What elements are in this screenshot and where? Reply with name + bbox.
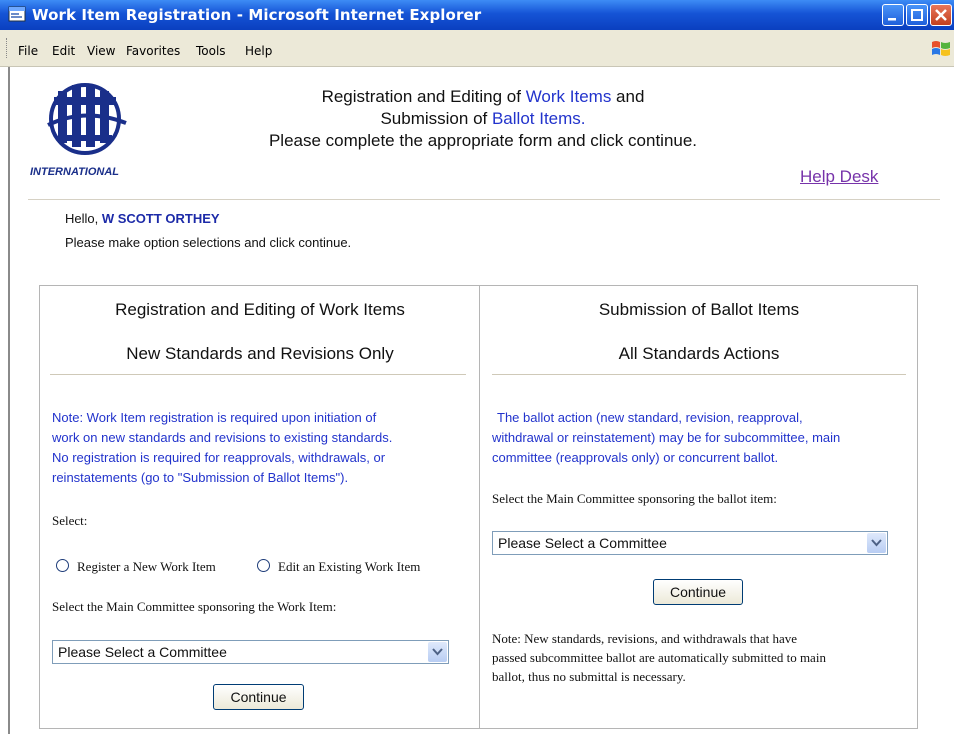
left-committee-label: Select the Main Committee sponsoring the…: [52, 599, 337, 614]
header-text: and: [611, 87, 645, 106]
footnote-line: Note: New standards, revisions, and with…: [492, 631, 798, 646]
note-line: reinstatements (go to "Submission of Bal…: [52, 470, 349, 485]
right-panel-note: The ballot action (new standard, revisio…: [492, 408, 840, 468]
right-panel-footnote: Note: New standards, revisions, and with…: [492, 629, 826, 686]
right-continue-button[interactable]: Continue: [653, 579, 743, 605]
note-line: No registration is required for reapprov…: [52, 450, 386, 465]
options-panels: Registration and Editing of Work Items N…: [39, 285, 918, 729]
maximize-button[interactable]: [906, 4, 928, 26]
left-committee-select[interactable]: Please Select a Committee: [52, 640, 449, 664]
instruction-text: Please make option selections and click …: [65, 235, 352, 250]
work-items-link[interactable]: Work Items: [526, 87, 612, 106]
register-new-label[interactable]: Register a New Work Item: [77, 559, 216, 575]
left-continue-button[interactable]: Continue: [213, 684, 304, 710]
dropdown-button[interactable]: [428, 642, 447, 662]
toolbar-grip[interactable]: [6, 38, 10, 58]
note-line: The ballot action (new standard, revisio…: [497, 410, 803, 425]
help-desk-link[interactable]: Help Desk: [800, 167, 878, 187]
window-title: Work Item Registration - Microsoft Inter…: [32, 6, 482, 24]
right-panel-rule: [492, 374, 906, 375]
close-button[interactable]: [930, 4, 952, 26]
left-panel-note: Note: Work Item registration is required…: [52, 408, 392, 488]
page-content: INTERNATIONAL Registration and Editing o…: [8, 67, 954, 734]
header-instruction: Please complete the appropriate form and…: [268, 131, 698, 150]
footnote-line: passed subcommittee ballot are automatic…: [492, 650, 826, 665]
left-panel-title: Registration and Editing of Work Items: [115, 300, 405, 319]
logo-text: INTERNATIONAL: [30, 166, 119, 177]
dropdown-button[interactable]: [867, 533, 886, 553]
greeting-prefix: Hello,: [65, 211, 102, 226]
header-line-1: Registration and Editing of Work Items a…: [10, 87, 954, 107]
maximize-icon: [911, 9, 923, 21]
menu-help[interactable]: Help: [245, 44, 272, 58]
chevron-down-icon: [871, 539, 882, 547]
left-committee-value: Please Select a Committee: [58, 644, 227, 660]
right-panel-subtitle: All Standards Actions: [618, 344, 780, 363]
close-icon: [935, 9, 947, 21]
edit-existing-radio[interactable]: [257, 559, 270, 572]
left-panel-subtitle: New Standards and Revisions Only: [126, 344, 394, 363]
left-panel-rule: [50, 374, 466, 375]
ballot-items-link[interactable]: Ballot Items: [492, 109, 581, 128]
edit-existing-label[interactable]: Edit an Existing Work Item: [278, 559, 420, 575]
greeting: Hello, W SCOTT ORTHEY: [65, 211, 220, 226]
menu-tools[interactable]: Tools: [196, 44, 226, 58]
ie-page-icon: [8, 6, 26, 22]
minimize-icon: [888, 18, 896, 21]
note-line: Note: Work Item registration is required…: [52, 410, 377, 425]
note-line: committee (reapprovals only) or concurre…: [492, 450, 779, 465]
note-line: work on new standards and revisions to e…: [52, 430, 393, 445]
user-name: W SCOTT ORTHEY: [101, 211, 220, 226]
right-committee-value: Please Select a Committee: [498, 535, 667, 551]
footnote-line: ballot, thus no submittal is necessary.: [492, 669, 686, 684]
title-bar: Work Item Registration - Microsoft Inter…: [0, 0, 954, 30]
header-text: Submission of: [380, 109, 492, 128]
minimize-button[interactable]: [882, 4, 904, 26]
header-divider: [28, 199, 940, 200]
panel-divider: [479, 286, 480, 728]
header-text: .: [580, 109, 586, 128]
right-committee-select[interactable]: Please Select a Committee: [492, 531, 888, 555]
menu-favorites[interactable]: Favorites: [126, 44, 180, 58]
windows-flag-icon: [932, 41, 950, 56]
menu-edit[interactable]: Edit: [52, 44, 75, 58]
note-line: withdrawal or reinstatement) may be for …: [492, 430, 841, 445]
chevron-down-icon: [432, 648, 443, 656]
right-panel-title: Submission of Ballot Items: [598, 300, 800, 319]
register-new-radio[interactable]: [56, 559, 69, 572]
right-committee-label: Select the Main Committee sponsoring the…: [492, 491, 777, 506]
menu-bar: File Edit View Favorites Tools Help: [0, 30, 954, 67]
menu-view[interactable]: View: [87, 44, 115, 58]
header-text: Registration and Editing of: [321, 87, 526, 106]
header-line-2: Submission of Ballot Items.: [10, 109, 954, 129]
menu-file[interactable]: File: [18, 44, 38, 58]
select-label: Select:: [52, 513, 88, 528]
